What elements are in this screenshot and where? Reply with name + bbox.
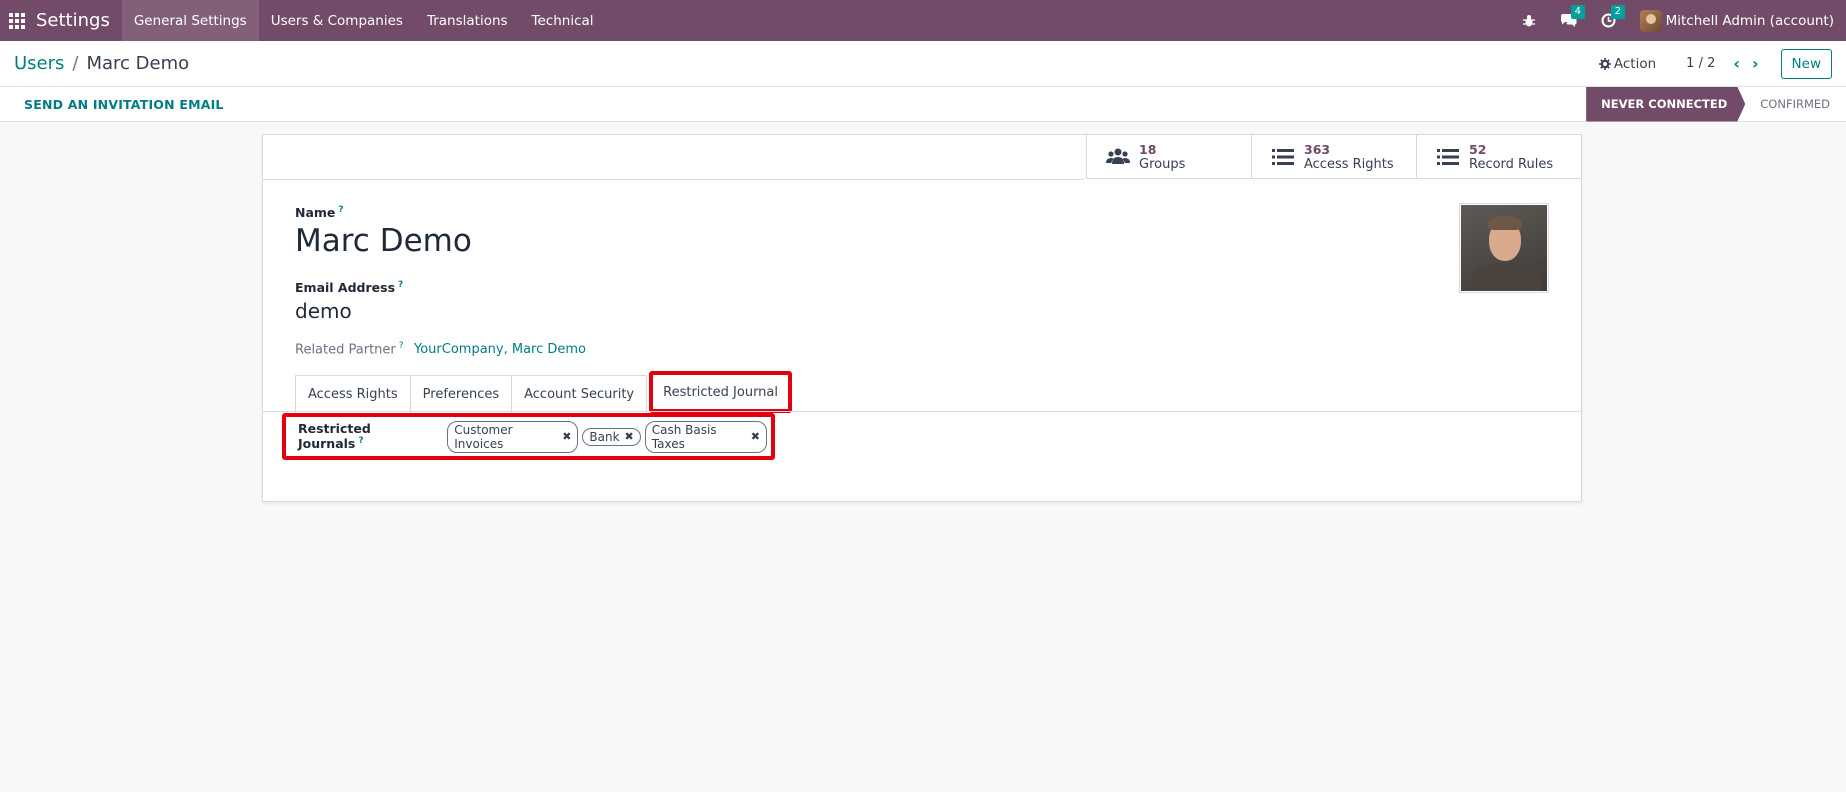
apps-grid-icon <box>9 12 25 29</box>
name-field[interactable]: Marc Demo <box>295 223 472 259</box>
related-partner-link[interactable]: YourCompany, Marc Demo <box>414 342 586 357</box>
smart-buttons: 18 Groups 363 Access Rights 52 Record Ru… <box>1086 135 1581 179</box>
journal-tag: Cash Basis Taxes ✖ <box>644 420 767 453</box>
pager-previous-icon[interactable]: ‹ <box>1733 54 1740 73</box>
email-label-text: Email Address <box>295 280 396 296</box>
menu-general-settings[interactable]: General Settings <box>121 0 259 41</box>
restricted-journals-field: Restricted Journals? Customer Invoices ✖ … <box>282 413 775 460</box>
menu-technical[interactable]: Technical <box>520 0 606 41</box>
record-rules-label: Record Rules <box>1469 156 1554 172</box>
action-label: Action <box>1613 55 1657 72</box>
sheet-divider <box>263 179 1084 180</box>
stage-never-connected[interactable]: NEVER CONNECTED <box>1586 87 1745 122</box>
remove-tag-icon[interactable]: ✖ <box>562 430 571 443</box>
status-bar: SEND AN INVITATION EMAIL NEVER CONNECTED… <box>0 87 1846 122</box>
form-sheet: 18 Groups 363 Access Rights 52 Record Ru… <box>262 134 1583 502</box>
menu-users-companies[interactable]: Users & Companies <box>259 0 415 41</box>
name-tooltip-icon[interactable]: ? <box>338 205 343 215</box>
user-photo-image <box>1461 205 1547 291</box>
control-panel: Users / Marc Demo Action 1 / 2 ‹ › New <box>0 41 1846 87</box>
record-rules-count: 52 <box>1469 141 1487 157</box>
related-partner-label-text: Related Partner <box>295 342 396 358</box>
main-menu: General Settings Users & Companies Trans… <box>121 0 606 41</box>
user-name: Mitchell Admin (account) <box>1665 12 1834 29</box>
breadcrumb-users-link[interactable]: Users <box>14 53 64 74</box>
remove-tag-icon[interactable]: ✖ <box>751 430 760 443</box>
journal-tag-label: Bank <box>589 429 620 444</box>
email-label: Email Address? <box>295 280 403 295</box>
email-tooltip-icon[interactable]: ? <box>398 280 403 290</box>
app-name[interactable]: Settings <box>36 10 110 31</box>
user-photo[interactable] <box>1459 203 1549 293</box>
users-icon <box>1105 146 1131 168</box>
tab-account-security[interactable]: Account Security <box>511 375 648 413</box>
tab-preferences[interactable]: Preferences <box>409 375 513 413</box>
user-avatar <box>1639 9 1662 32</box>
list-icon <box>1435 146 1461 168</box>
pager-next-icon[interactable]: › <box>1752 54 1759 73</box>
related-partner-label: Related Partner? <box>295 341 404 357</box>
restricted-journals-label: Restricted Journals? <box>298 421 431 451</box>
debug-bug-icon[interactable] <box>1520 12 1538 30</box>
tabs-divider <box>263 411 1583 412</box>
messages-badge: 4 <box>1570 4 1585 19</box>
new-button[interactable]: New <box>1780 48 1832 79</box>
breadcrumb: Users / Marc Demo <box>14 53 189 74</box>
email-field[interactable]: demo <box>295 299 352 323</box>
send-invitation-button[interactable]: SEND AN INVITATION EMAIL <box>24 97 224 112</box>
breadcrumb-current: Marc Demo <box>86 53 190 74</box>
name-label: Name? <box>295 205 344 220</box>
groups-smart-button[interactable]: 18 Groups <box>1086 135 1251 179</box>
groups-label: Groups <box>1139 156 1186 172</box>
action-menu-button[interactable]: Action <box>1598 55 1657 72</box>
journals-tooltip-icon[interactable]: ? <box>358 436 363 446</box>
stage-confirmed[interactable]: CONFIRMED <box>1745 87 1846 122</box>
remove-tag-icon[interactable]: ✖ <box>625 430 634 443</box>
journal-tag-label: Customer Invoices <box>454 422 513 451</box>
pager-value[interactable]: 1 / 2 <box>1686 56 1715 71</box>
record-rules-smart-button[interactable]: 52 Record Rules <box>1416 135 1581 179</box>
systray: 4 2 Mitchell Admin (account) <box>1498 0 1846 41</box>
tab-restricted-journal[interactable]: Restricted Journal <box>649 371 793 413</box>
partner-tooltip-icon[interactable]: ? <box>399 341 404 351</box>
access-rights-count: 363 <box>1304 141 1331 157</box>
status-stages: NEVER CONNECTED CONFIRMED <box>1586 87 1846 122</box>
activities-badge: 2 <box>1610 4 1625 19</box>
access-rights-label: Access Rights <box>1304 156 1394 172</box>
tab-access-rights[interactable]: Access Rights <box>295 375 411 413</box>
access-rights-smart-button[interactable]: 363 Access Rights <box>1251 135 1416 179</box>
name-label-text: Name <box>295 205 336 221</box>
journal-tag: Bank ✖ <box>582 427 641 446</box>
list-icon <box>1270 146 1296 168</box>
user-menu[interactable]: Mitchell Admin (account) <box>1639 9 1834 32</box>
form-tabs: Access Rights Preferences Account Securi… <box>295 371 793 413</box>
breadcrumb-separator: / <box>72 53 79 74</box>
journal-tag-label: Cash Basis Taxes <box>651 422 717 451</box>
gear-icon <box>1598 57 1611 70</box>
activities-button[interactable]: 2 <box>1600 4 1625 30</box>
messages-button[interactable]: 4 <box>1560 4 1585 30</box>
top-navbar: Settings General Settings Users & Compan… <box>0 0 1846 41</box>
journal-tag: Customer Invoices ✖ <box>447 420 579 453</box>
groups-count: 18 <box>1139 141 1157 157</box>
apps-menu-button[interactable] <box>0 0 34 41</box>
menu-translations[interactable]: Translations <box>415 0 520 41</box>
control-right: Action 1 / 2 ‹ › New <box>1598 48 1846 79</box>
